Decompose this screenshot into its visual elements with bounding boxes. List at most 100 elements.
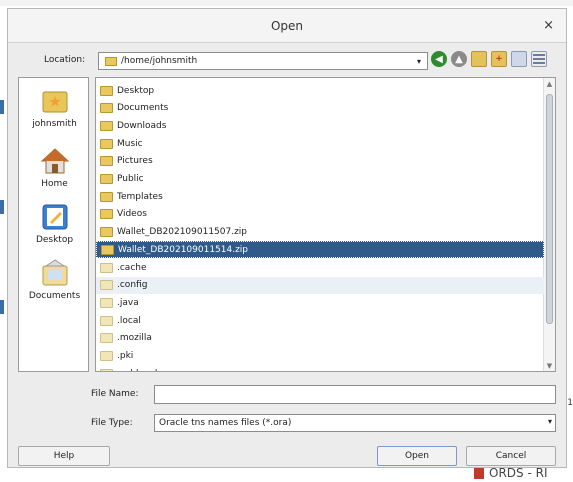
background-top-strip (0, 0, 573, 6)
back-icon[interactable]: ◀ (431, 51, 447, 67)
folder-icon (101, 244, 114, 255)
background-left-marker (0, 300, 4, 314)
help-button[interactable]: Help (18, 446, 110, 466)
file-name-text: Music (117, 138, 143, 149)
folder-icon (105, 56, 117, 66)
sidebar-item-documents[interactable]: Documents (19, 258, 90, 301)
user-home-icon (42, 91, 67, 113)
file-list-item[interactable]: .pki (96, 348, 544, 365)
file-list-item[interactable]: .local (96, 312, 544, 329)
location-value: /home/johnsmith (121, 56, 198, 66)
file-name-text: .cache (117, 262, 147, 273)
close-icon[interactable]: × (543, 18, 554, 33)
location-label: Location: (44, 55, 86, 65)
file-list-item[interactable]: Wallet_DB202109011514.zip (96, 241, 544, 259)
file-list-item[interactable]: .cache (96, 259, 544, 276)
dialog-titlebar: Open × (8, 9, 566, 43)
file-list-item[interactable]: Wallet_DB202109011507.zip (96, 224, 544, 241)
hidden-folder-icon (100, 262, 113, 273)
folder-icon (100, 120, 113, 131)
file-list-item[interactable]: Documents (96, 100, 544, 117)
file-list-item[interactable]: Videos (96, 206, 544, 223)
file-name-text: Desktop (117, 85, 155, 96)
open-dialog: Open × Location: /home/johnsmith ▾ ◀ ▲ + (7, 8, 567, 468)
background-ords-label: ORDS - RI (474, 466, 547, 480)
folder-icon (100, 227, 113, 238)
background-left-marker (0, 100, 4, 114)
hidden-folder-icon (100, 368, 113, 371)
sidebar-item-home[interactable]: Home (19, 146, 90, 189)
sidebar-item-desktop[interactable]: Desktop (19, 202, 90, 245)
file-type-label: File Type: (91, 418, 133, 428)
file-name-text: Documents (117, 103, 169, 114)
folder-icon (100, 174, 113, 184)
cancel-button[interactable]: Cancel (466, 446, 556, 466)
file-name-text: Templates (117, 191, 163, 202)
location-combo[interactable]: /home/johnsmith ▾ (98, 52, 428, 70)
file-list-item[interactable]: Desktop (96, 82, 544, 99)
new-folder-icon[interactable]: + (491, 51, 507, 67)
sidebar-item-label: Home (41, 179, 68, 189)
location-row: Location: /home/johnsmith ▾ ◀ ▲ + (8, 49, 568, 73)
file-name-text: Videos (117, 209, 147, 220)
folder-icon (100, 103, 113, 114)
folder-icon (100, 209, 113, 220)
hidden-folder-icon (100, 315, 113, 326)
file-name-text: .local (117, 315, 141, 326)
file-list-item[interactable]: Downloads (96, 117, 544, 134)
chevron-down-icon[interactable]: ▾ (413, 54, 425, 68)
file-name-text: Downloads (117, 120, 167, 131)
file-name-label: File Name: (91, 389, 139, 399)
toolbar: ◀ ▲ + (431, 51, 547, 67)
sidebar-item-label: Documents (28, 291, 81, 301)
folder-icon (100, 138, 113, 149)
hidden-folder-icon (100, 280, 113, 291)
sidebar-item-label: Desktop (35, 235, 74, 245)
file-type-select[interactable]: Oracle tns names files (*.ora) ▾ (154, 414, 556, 432)
file-type-value: Oracle tns names files (*.ora) (159, 418, 292, 428)
file-name-text: Pictures (117, 156, 153, 167)
file-list-item[interactable]: .java (96, 294, 544, 311)
file-name-text: .pki (117, 351, 134, 361)
file-name-text: .java (117, 297, 139, 308)
background-left-marker (0, 200, 4, 214)
ords-icon (474, 467, 484, 479)
file-list-item[interactable]: .config (96, 276, 544, 294)
hidden-folder-icon (100, 351, 113, 361)
desktop-icon (42, 204, 67, 230)
file-name-text: .mozilla (117, 333, 152, 344)
open-button[interactable]: Open (377, 446, 457, 466)
chevron-down-icon[interactable]: ▾ (548, 417, 552, 426)
file-name-input[interactable] (154, 385, 556, 404)
scroll-up-icon[interactable]: ▲ (544, 78, 555, 89)
documents-icon (42, 259, 67, 286)
sidebar-item-johnsmith[interactable]: johnsmith (19, 86, 90, 129)
places-sidebar: johnsmith Home Desktop Documents (18, 77, 89, 372)
file-list-item[interactable]: Music (96, 135, 544, 152)
folder-icon (100, 191, 113, 202)
folder-icon (100, 156, 113, 167)
file-list-item[interactable]: Pictures (96, 153, 544, 170)
scroll-thumb[interactable] (546, 94, 553, 324)
hidden-folder-icon (100, 297, 113, 308)
sidebar-item-label: johnsmith (32, 119, 77, 129)
home-folder-icon[interactable] (471, 51, 487, 67)
file-name-text: .config (117, 280, 148, 291)
scroll-down-icon[interactable]: ▼ (544, 360, 555, 371)
folder-icon (100, 85, 113, 96)
file-list-item[interactable]: .sqldeveloper (96, 365, 544, 371)
file-name-text: Wallet_DB202109011507.zip (117, 227, 248, 238)
details-view-icon[interactable] (531, 51, 547, 67)
file-name-text: Wallet_DB202109011514.zip (118, 244, 249, 255)
file-list-item[interactable]: Public (96, 171, 544, 188)
file-list[interactable]: ▲ ▼ Desktop Documents Downloads Music Pictur… (95, 77, 556, 372)
up-icon[interactable]: ▲ (451, 51, 467, 67)
vertical-scrollbar[interactable]: ▲ ▼ (543, 78, 555, 371)
file-list-item[interactable]: Templates (96, 188, 544, 205)
home-icon (40, 148, 69, 174)
background-text-fragment: 1 (567, 398, 573, 408)
dialog-title: Open (270, 18, 304, 33)
file-list-item[interactable]: .mozilla (96, 330, 544, 347)
hidden-folder-icon (100, 333, 113, 344)
list-view-icon[interactable] (511, 51, 527, 67)
